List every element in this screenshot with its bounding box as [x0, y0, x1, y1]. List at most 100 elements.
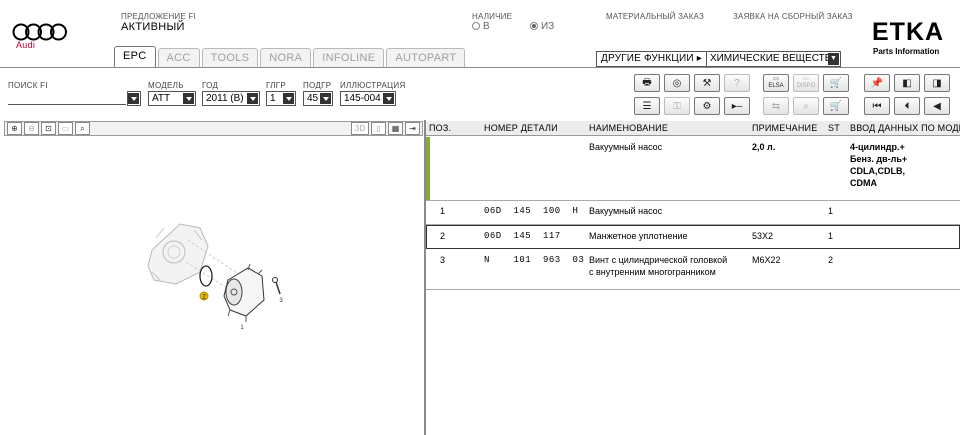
chevron-down-icon — [247, 93, 258, 104]
row-note: 2,0 л. — [752, 142, 776, 152]
row-note: 53X2 — [752, 231, 774, 241]
col-part-number: НОМЕР ДЕТАЛИ — [484, 123, 558, 133]
tab-acc[interactable]: ACC — [157, 48, 200, 67]
app-title: ETKA — [872, 18, 945, 46]
zoom-fit-icon[interactable]: ⊡ — [41, 122, 56, 135]
row-position: 2 — [440, 231, 446, 241]
dispo-icon[interactable]: ▭ DISPO — [793, 74, 819, 92]
subgroup-select[interactable]: 45 — [303, 91, 333, 106]
row-part-number: N 101 963 03 — [484, 255, 585, 265]
availability-label: НАЛИЧИЕ — [472, 12, 513, 21]
table-row-selected[interactable]: 2 06D 145 117 Манжетное уплотнение 53X2 … — [426, 225, 960, 249]
chevron-down-icon — [283, 93, 294, 104]
row-st: 2 — [828, 255, 834, 265]
disc-icon[interactable]: ◎ — [664, 74, 690, 92]
model-label: МОДЕЛЬ — [148, 81, 184, 90]
year-label: ГОД — [202, 81, 219, 90]
col-st: ST — [828, 123, 840, 133]
first-page-icon[interactable]: ⏮ — [864, 97, 890, 115]
row-name: Винт с цилиндрической головкой с внутрен… — [589, 255, 728, 277]
brand-name: Audi — [16, 40, 36, 50]
tab-infoline[interactable]: INFOLINE — [313, 48, 385, 67]
svg-text:1: 1 — [240, 325, 244, 331]
vehicle-icon[interactable]: ⚙ — [694, 97, 720, 115]
row-model-data: 4-цилиндр.+ Бенз. дв-ль+ CDLA,CDLB, CDMA — [850, 142, 908, 188]
year-select[interactable]: 2011 (B) — [202, 91, 260, 106]
offer-label: ПРЕДЛОЖЕНИЕ FI — [121, 12, 196, 21]
chevron-down-icon — [320, 93, 331, 104]
illustration-select[interactable]: 145-004 — [340, 91, 396, 106]
view-3d-button[interactable]: 3D — [351, 122, 369, 135]
parts-table-header: ПОЗ. НОМЕР ДЕТАЛИ НАИМЕНОВАНИЕ ПРИМЕЧАНИ… — [426, 121, 960, 136]
table-row-heading[interactable]: Вакуумный насос 2,0 л. 4-цилиндр.+ Бенз.… — [426, 137, 960, 201]
model-select[interactable]: ATT — [148, 91, 196, 106]
tab-autopart[interactable]: AUTOPART — [386, 48, 466, 67]
search-dropdown[interactable] — [127, 91, 141, 106]
chevron-down-icon — [128, 93, 139, 104]
illustration-label: ИЛЛЮСТРАЦИЯ — [340, 81, 406, 90]
pin-icon[interactable]: 📌 — [864, 74, 890, 92]
radio-dot-icon — [530, 22, 538, 30]
search-parts-icon[interactable]: ⌕ — [793, 97, 819, 115]
row-st: 1 — [828, 206, 834, 216]
chevron-down-icon — [383, 93, 394, 104]
transfer-icon[interactable]: ⇆ — [763, 97, 789, 115]
row-position: 1 — [440, 206, 446, 216]
row-name: Манжетное уплотнение — [589, 231, 688, 241]
chevron-down-icon: ▼ — [827, 53, 839, 65]
zoom-in-icon[interactable]: ⊕ — [7, 122, 22, 135]
row-name: Вакуумный насос — [589, 142, 663, 152]
svg-text:3: 3 — [279, 298, 283, 304]
row-name: Вакуумный насос — [589, 206, 663, 216]
main-group-select[interactable]: 1 — [266, 91, 296, 106]
row-note: M6X22 — [752, 255, 781, 265]
page-forward-icon[interactable]: ◨ — [924, 74, 950, 92]
functions-select[interactable]: ХИМИЧЕСКИЕ ВЕЩЕСТВА ▼ — [706, 51, 841, 67]
row-position: 3 — [440, 255, 446, 265]
previous-page-icon[interactable]: ⏴ — [894, 97, 920, 115]
subgroup-label: ПОДГР — [303, 81, 332, 90]
etka-window: Audi ПРЕДЛОЖЕНИЕ FI АКТИВНЫЙ НАЛИЧИЕ В И… — [0, 0, 960, 435]
assembly-order-link[interactable]: ЗАЯВКА НА СБОРНЫЙ ЗАКАЗ — [733, 12, 853, 21]
table-row[interactable]: 3 N 101 963 03 Винт с цилиндрической гол… — [426, 250, 960, 290]
other-functions-button[interactable]: ДРУГИЕ ФУНКЦИИ ▸ — [596, 51, 707, 67]
next-minus-icon[interactable]: ▸– — [724, 97, 750, 115]
row-st: 1 — [828, 231, 834, 241]
help-icon[interactable]: ? — [724, 74, 750, 92]
tab-tools[interactable]: TOOLS — [201, 48, 259, 67]
parts-illustration: 2 1 3 — [147, 223, 283, 331]
grid-view-icon[interactable]: ▦ — [388, 122, 403, 135]
page-back-icon[interactable]: ◧ — [894, 74, 920, 92]
radio-dot-icon — [472, 22, 480, 30]
chevron-down-icon — [183, 93, 194, 104]
col-note: ПРИМЕЧАНИЕ — [752, 123, 818, 133]
material-order-link[interactable]: МАТЕРИАЛЬНЫЙ ЗАКАЗ — [606, 12, 704, 21]
row-part-number: 06D 145 100 H — [484, 206, 579, 216]
magnifier-icon[interactable]: ⌕ — [75, 122, 90, 135]
split-view-icon[interactable]: ▯ — [371, 122, 386, 135]
tab-epc[interactable]: EPC — [114, 46, 156, 67]
row-part-number: 06D 145 117 — [484, 231, 561, 241]
cart-icon[interactable]: 🛒 — [823, 74, 849, 92]
tab-nora[interactable]: NORA — [260, 48, 312, 67]
search-input[interactable] — [8, 104, 126, 105]
car-tools-icon[interactable]: ⚒ — [694, 74, 720, 92]
elsa-icon[interactable]: ▭ ELSA — [763, 74, 789, 92]
offer-value: АКТИВНЫЙ — [121, 21, 185, 33]
list-icon[interactable]: ☰ — [634, 97, 660, 115]
zoom-out-icon[interactable]: ⊖ — [24, 122, 39, 135]
print-icon[interactable]: 🖶 — [634, 74, 660, 92]
back-icon[interactable]: ◀ — [924, 97, 950, 115]
app-subtitle: Parts Information — [873, 47, 940, 56]
availability-radio-out[interactable]: ИЗ — [530, 21, 554, 32]
cart-list-icon[interactable]: 🛒 — [823, 97, 849, 115]
table-row[interactable]: 1 06D 145 100 H Вакуумный насос 1 — [426, 201, 960, 225]
col-model-data: ВВОД ДАННЫХ ПО МОДЕЛЯМ — [850, 123, 960, 133]
key-icon[interactable]: ⚿ — [664, 97, 690, 115]
other-functions: ДРУГИЕ ФУНКЦИИ ▸ ХИМИЧЕСКИЕ ВЕЩЕСТВА ▼ — [596, 51, 841, 67]
expand-right-icon[interactable]: ⇥ — [405, 122, 420, 135]
col-position: ПОЗ. — [429, 123, 452, 133]
zoom-area-icon[interactable]: ▭ — [58, 122, 73, 135]
module-tabs: EPC ACC TOOLS NORA INFOLINE AUTOPART — [114, 46, 466, 68]
availability-radio-in[interactable]: В — [472, 21, 490, 32]
